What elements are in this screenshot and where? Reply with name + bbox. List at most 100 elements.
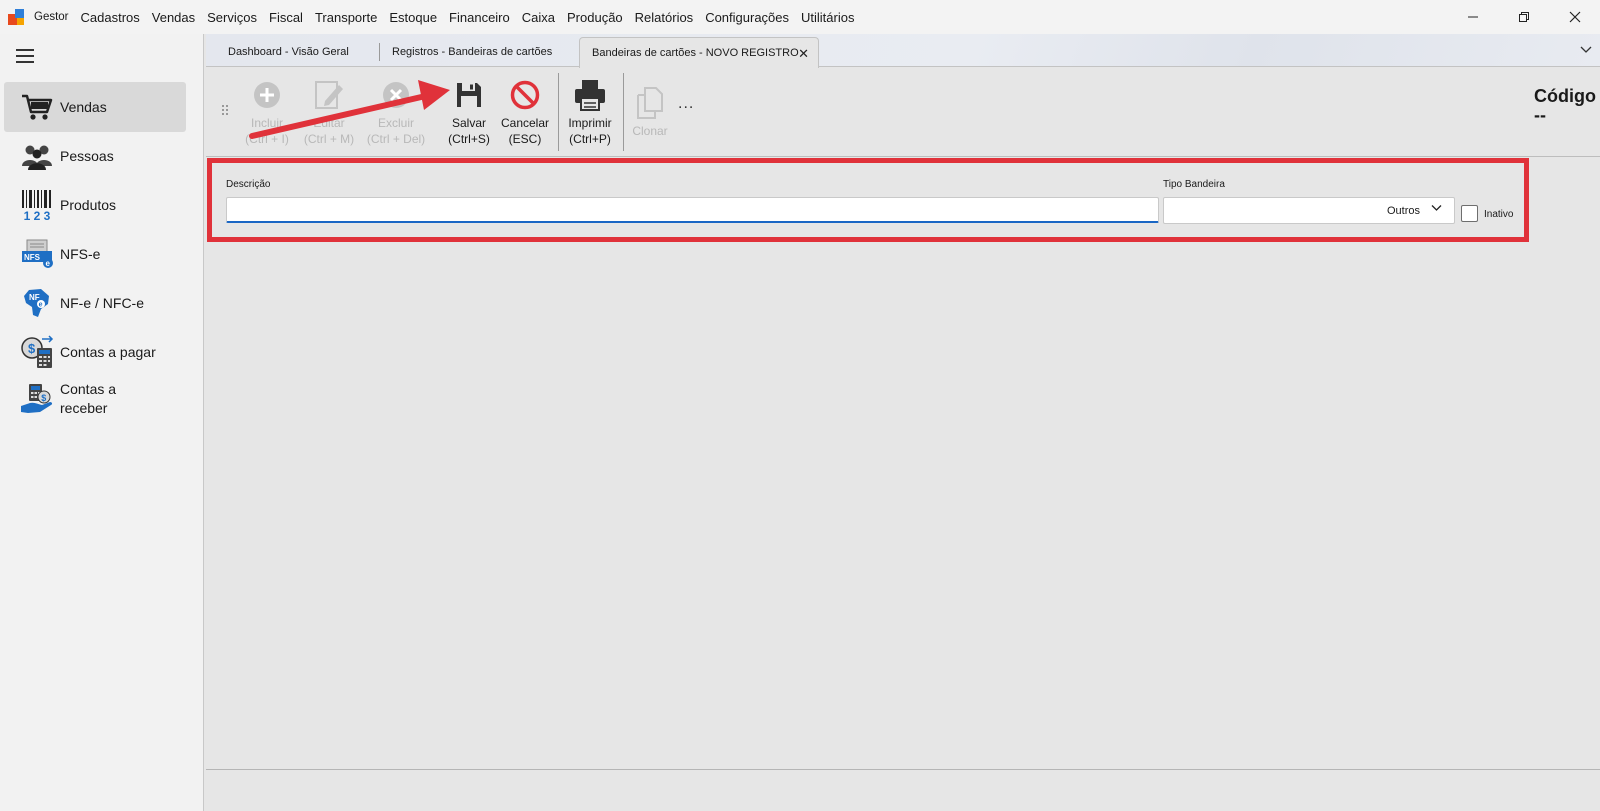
restore-button[interactable] (1498, 0, 1549, 34)
svg-text:e: e (39, 302, 43, 309)
menu-caixa[interactable]: Caixa (522, 10, 555, 25)
main-menu: Gestor Cadastros Vendas Serviços Fiscal … (34, 10, 854, 25)
excluir-label: Excluir (377, 116, 414, 130)
close-icon (1569, 11, 1580, 23)
save-disk-icon (444, 77, 494, 113)
inativo-label: Inativo (1484, 209, 1514, 220)
minimize-icon (1467, 16, 1478, 18)
sidebar-item-label: Contas a pagar (60, 343, 156, 360)
title-menu-bar: Gestor Cadastros Vendas Serviços Fiscal … (0, 0, 1600, 34)
menu-utilitarios[interactable]: Utilitários (801, 10, 854, 25)
imprimir-label: Imprimir (568, 116, 612, 130)
cancelar-label: Cancelar (500, 116, 550, 130)
copy-clone-icon (626, 85, 674, 121)
status-bar (206, 769, 1600, 811)
nfe-map-icon: NF e (20, 286, 54, 320)
app-logo-icon (8, 9, 24, 25)
chevron-down-icon (1431, 203, 1442, 215)
barcode-icon: 1 2 3 (20, 188, 54, 222)
clonar-button[interactable]: Clonar (626, 85, 674, 139)
people-icon (20, 139, 54, 173)
tipo-bandeira-label: Tipo Bandeira (1163, 179, 1225, 190)
hand-money-icon: $ (20, 382, 54, 416)
delete-circle-icon (363, 77, 429, 113)
menu-configuracoes[interactable]: Configurações (705, 10, 789, 25)
sidebar-item-contas-a-pagar[interactable]: $ Contas a pagar (4, 327, 186, 377)
menu-estoque[interactable]: Estoque (389, 10, 437, 25)
menu-relatorios[interactable]: Relatórios (635, 10, 694, 25)
menu-financeiro[interactable]: Financeiro (449, 10, 510, 25)
menu-cadastros[interactable]: Cadastros (81, 10, 140, 25)
menu-transporte[interactable]: Transporte (315, 10, 377, 25)
more-options-icon[interactable]: ... (678, 95, 694, 113)
edit-icon (297, 77, 361, 113)
editar-label: Editar (313, 116, 345, 130)
toolbar-grip-icon[interactable] (222, 105, 230, 117)
sidebar: Vendas Pessoas 1 2 3 Produtos NFS e NFS-e… (0, 34, 204, 811)
tab-bar: Dashboard - Visão Geral Registros - Band… (206, 34, 1600, 68)
cancelar-button[interactable]: Cancelar (ESC) (499, 77, 551, 147)
clonar-label: Clonar (632, 124, 668, 138)
record-toolbar: Incluir (Ctrl + I) Editar (Ctrl + M) Exc… (206, 67, 1600, 157)
tab-overflow-chevron-icon[interactable] (1580, 43, 1592, 57)
sidebar-item-label: NFS-e (60, 245, 101, 262)
editar-shortcut: (Ctrl + M) (303, 132, 355, 146)
tab-registros-bandeiras[interactable]: Registros - Bandeiras de cartões (379, 43, 552, 61)
menu-gestor[interactable]: Gestor (34, 11, 69, 23)
menu-producao[interactable]: Produção (567, 10, 623, 25)
sidebar-item-nfe-nfce[interactable]: NF e NF-e / NFC-e (4, 278, 186, 328)
sidebar-item-nfse[interactable]: NFS e NFS-e (4, 229, 186, 279)
cancelar-shortcut: (ESC) (508, 132, 542, 146)
sidebar-item-contas-a-receber[interactable]: $ Contas a receber (4, 376, 186, 432)
imprimir-shortcut: (Ctrl+P) (569, 132, 611, 146)
printer-icon (561, 77, 619, 113)
inativo-checkbox[interactable] (1461, 205, 1478, 222)
descricao-label: Descrição (226, 179, 271, 190)
calculator-money-icon: $ (20, 335, 54, 369)
sidebar-item-vendas[interactable]: Vendas (4, 82, 186, 132)
salvar-shortcut: (Ctrl+S) (448, 132, 490, 146)
menu-vendas[interactable]: Vendas (152, 10, 195, 25)
svg-text:$: $ (41, 393, 46, 403)
hamburger-menu-icon[interactable] (16, 49, 34, 63)
incluir-button[interactable]: Incluir (Ctrl + I) (239, 77, 295, 147)
sidebar-item-produtos[interactable]: 1 2 3 Produtos (4, 180, 186, 230)
salvar-label: Salvar (451, 116, 486, 130)
sidebar-item-pessoas[interactable]: Pessoas (4, 131, 186, 181)
excluir-button[interactable]: Excluir (Ctrl + Del) (363, 77, 429, 147)
sidebar-item-label: Pessoas (60, 147, 114, 164)
codigo-display: Código -- (1534, 87, 1596, 125)
excluir-shortcut: (Ctrl + Del) (366, 132, 426, 146)
menu-fiscal[interactable]: Fiscal (269, 10, 303, 25)
incluir-shortcut: (Ctrl + I) (245, 132, 289, 146)
tipo-bandeira-select[interactable]: Outros (1163, 197, 1455, 224)
sidebar-item-label: NF-e / NFC-e (60, 294, 144, 311)
menu-servicos[interactable]: Serviços (207, 10, 257, 25)
svg-text:NFS: NFS (24, 253, 41, 262)
tab-novo-registro[interactable]: Bandeiras de cartões - NOVO REGISTRO ✕ (579, 37, 819, 68)
minimize-button[interactable] (1447, 0, 1498, 34)
codigo-label: Código (1534, 86, 1596, 106)
cancel-prohibited-icon (499, 77, 551, 113)
tab-dashboard[interactable]: Dashboard - Visão Geral (228, 37, 349, 67)
editar-button[interactable]: Editar (Ctrl + M) (297, 77, 361, 147)
window-controls (1447, 0, 1600, 34)
close-window-button[interactable] (1549, 0, 1600, 34)
svg-text:e: e (46, 259, 51, 268)
shopping-cart-icon (20, 90, 54, 124)
nfse-document-icon: NFS e (20, 237, 54, 271)
sidebar-item-label: Vendas (60, 98, 107, 115)
restore-icon (1518, 12, 1529, 22)
add-circle-icon (239, 77, 295, 113)
tab-close-icon[interactable]: ✕ (798, 46, 809, 62)
descricao-input[interactable] (226, 197, 1159, 223)
sidebar-item-label: Contas a receber (60, 381, 117, 416)
sidebar-item-label: Produtos (60, 196, 117, 213)
imprimir-button[interactable]: Imprimir (Ctrl+P) (561, 77, 619, 147)
toolbar-separator (623, 73, 624, 151)
toolbar-separator (558, 73, 559, 151)
salvar-button[interactable]: Salvar (Ctrl+S) (444, 77, 494, 147)
incluir-label: Incluir (250, 116, 283, 130)
svg-text:$: $ (28, 341, 36, 356)
tipo-bandeira-value: Outros (1386, 205, 1420, 217)
